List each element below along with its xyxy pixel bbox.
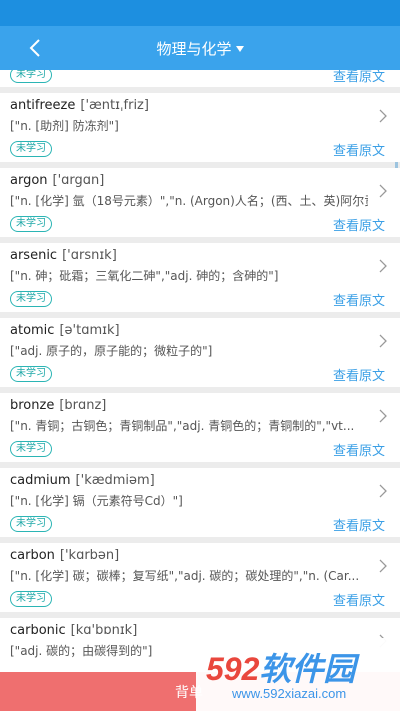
status-badge: 未学习 [10,291,52,307]
list-item[interactable]: bronze [brɑnz] ["n. 青铜；古铜色；青铜制品","adj. 青铜… [0,393,400,462]
chevron-right-icon [379,334,387,348]
chevron-right-icon [379,184,387,198]
phonetic: ['ɑrgɑn] [52,173,105,188]
word: argon [10,173,48,188]
status-bar [0,0,400,26]
view-original-link[interactable]: 查看原文 [333,440,385,459]
view-original-link[interactable]: 查看原文 [333,70,385,85]
status-badge: 未学习 [10,141,52,157]
watermark-brand: 592软件园 [206,644,355,690]
status-badge: 未学习 [10,441,52,457]
view-original-link[interactable]: 查看原文 [333,140,385,159]
word: atomic [10,323,55,338]
meaning: ["n. [化学] 碳；碳棒；复写纸","adj. 碳的；碳处理的","n. (… [10,569,360,583]
list-item[interactable]: atomic [ə'tɑmɪk] ["adj. 原子的，原子能的；微粒子的"] 未… [0,318,400,387]
phonetic: ['kɑrbən] [59,548,120,563]
chevron-right-icon [379,559,387,573]
meaning: ["adj. 原子的，原子能的；微粒子的"] [10,344,213,358]
chevron-left-icon [29,39,40,57]
status-badge: 未学习 [10,216,52,232]
category-dropdown[interactable]: 物理与化学 [156,38,244,59]
phonetic: ['ɑrsnɪk] [62,248,117,263]
word-list[interactable]: 未学习 查看原文 antifreeze ['æntɪˌfriz] ["n. [助剂… [0,70,400,711]
nav-bar: 物理与化学 [0,26,400,70]
word: carbon [10,548,55,563]
watermark-text: 软件园 [259,651,356,687]
list-item[interactable]: 未学习 查看原文 [0,70,400,87]
meaning: ["n. 青铜；古铜色；青铜制品","adj. 青铜色的；青铜制的","vt..… [10,419,355,433]
phonetic: [ə'tɑmɪk] [59,323,120,338]
status-badge: 未学习 [10,366,52,382]
list-item[interactable]: carbon ['kɑrbən] ["n. [化学] 碳；碳棒；复写纸","adj… [0,543,400,612]
word: bronze [10,398,55,413]
meaning: ["n. 砷；砒霜；三氧化二砷","adj. 砷的；含砷的"] [10,269,279,283]
list-item[interactable]: antifreeze ['æntɪˌfriz] ["n. [助剂] 防冻剂"] 未… [0,93,400,162]
view-original-link[interactable]: 查看原文 [333,290,385,309]
caret-down-icon [235,46,244,52]
status-badge: 未学习 [10,591,52,607]
chevron-right-icon [379,409,387,423]
watermark-number: 592 [206,651,260,687]
chevron-right-icon [379,109,387,123]
page-title: 物理与化学 [156,39,232,58]
meaning: ["n. [化学] 氩（18号元素）","n. (Argon)人名；(西、土、英… [10,194,368,208]
phonetic: [brɑnz] [59,398,107,413]
list-item[interactable]: cadmium ['kædmiəm] ["n. [化学] 镉（元素符号Cd）"] … [0,468,400,537]
chevron-right-icon [379,484,387,498]
meaning: ["n. [助剂] 防冻剂"] [10,119,119,133]
view-original-link[interactable]: 查看原文 [333,365,385,384]
word: carbonic [10,623,66,638]
status-badge: 未学习 [10,516,52,532]
view-original-link[interactable]: 查看原文 [333,590,385,609]
phonetic: ['æntɪˌfriz] [80,98,149,113]
meaning: ["n. [化学] 镉（元素符号Cd）"] [10,494,183,508]
list-item[interactable]: argon ['ɑrgɑn] ["n. [化学] 氩（18号元素）","n. (A… [0,168,400,237]
phonetic: ['kædmiəm] [75,473,155,488]
chevron-right-icon [379,259,387,273]
status-badge: 未学习 [10,70,52,83]
phonetic: [kɑ'bɒnɪk] [70,623,138,638]
watermark-url: www.592xiazai.com [232,686,347,701]
list-item[interactable]: arsenic ['ɑrsnɪk] ["n. 砷；砒霜；三氧化二砷","adj. … [0,243,400,312]
watermark-logo: 592软件园 www.592xiazai.com [196,638,400,711]
back-button[interactable] [22,35,48,61]
word: antifreeze [10,98,76,113]
word: cadmium [10,473,71,488]
view-original-link[interactable]: 查看原文 [333,515,385,534]
view-original-link[interactable]: 查看原文 [333,215,385,234]
word: arsenic [10,248,58,263]
